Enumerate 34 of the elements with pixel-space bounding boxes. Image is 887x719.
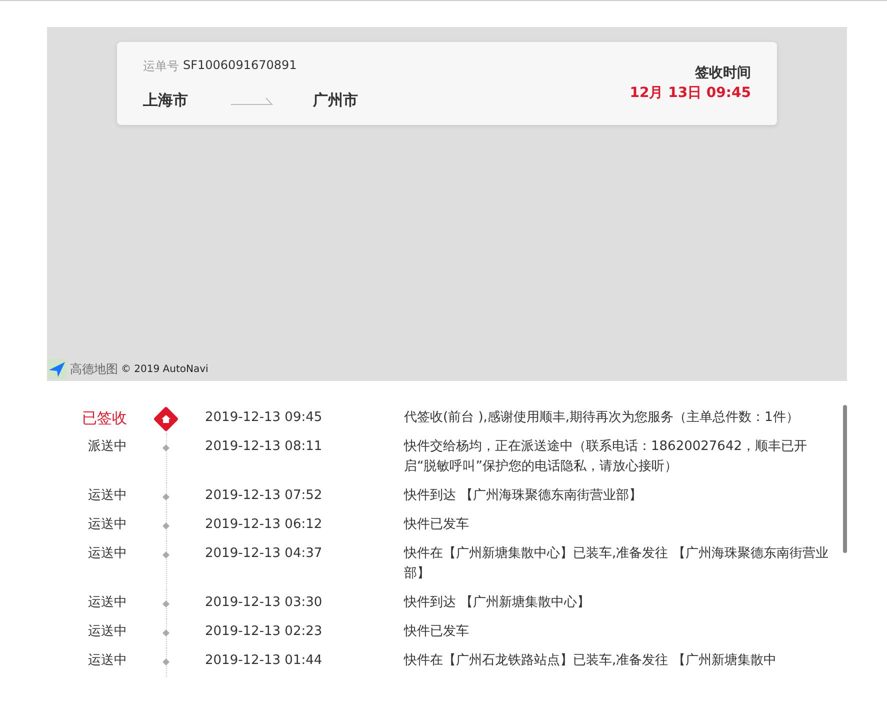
event-description: 快件到达 【广州新塘集散中心】 [404,594,592,612]
event-time: 2019-12-13 02:23 [205,623,324,641]
event-description: 快件到达 【广州海珠聚德东南街营业部】 [404,487,644,505]
event-time: 2019-12-13 04:37 [205,545,324,563]
event-time: 2019-12-13 01:44 [205,652,324,670]
event-time: 2019-12-13 08:11 [205,438,324,456]
event-status: 运送中 [87,652,127,670]
map-logo-icon [47,359,67,379]
event-status: 派送中 [87,438,127,456]
event-description: 快件在【广州石龙铁路站点】已装车,准备发往 【广州新塘集散中 [404,652,778,670]
event-status: 运送中 [87,487,127,505]
signed-time: 12月 13日 09:45 [630,84,751,102]
origin-city: 上海市 [143,91,188,110]
signed-time-label: 签收时间 [695,64,751,82]
event-time: 2019-12-13 07:52 [205,487,324,505]
event-description: 快件交给杨均，正在派送途中（联系电话：18620027642，顺丰已开启“脱敏呼叫”保护您的电话隐私，请放心接听） [404,438,808,476]
waybill-number: SF1006091670891 [183,58,297,74]
destination-city: 广州市 [313,91,358,110]
event-status: 运送中 [87,594,127,612]
map-brand: 高德地图 [70,360,118,378]
event-description: 代签收(前台 ),感谢使用顺丰,期待再次为您服务（主单总件数：1件） [404,409,800,427]
event-status: 运送中 [87,545,127,563]
event-status: 运送中 [87,623,127,641]
event-description: 快件已发车 [404,516,470,534]
event-description: 快件在【广州新塘集散中心】已装车,准备发往 【广州海珠聚德东南街营业部】 [404,545,830,583]
event-status: 已签收 [81,408,127,429]
event-time: 2019-12-13 06:12 [205,516,324,534]
waybill-label: 运单号 [143,58,179,75]
event-time: 2019-12-13 09:45 [205,409,324,427]
event-description: 快件已发车 [404,623,470,641]
event-status: 运送中 [87,516,127,534]
scrollbar[interactable] [843,405,847,553]
map-copyright: © 2019 AutoNavi [121,364,208,374]
event-time: 2019-12-13 03:30 [205,594,324,612]
